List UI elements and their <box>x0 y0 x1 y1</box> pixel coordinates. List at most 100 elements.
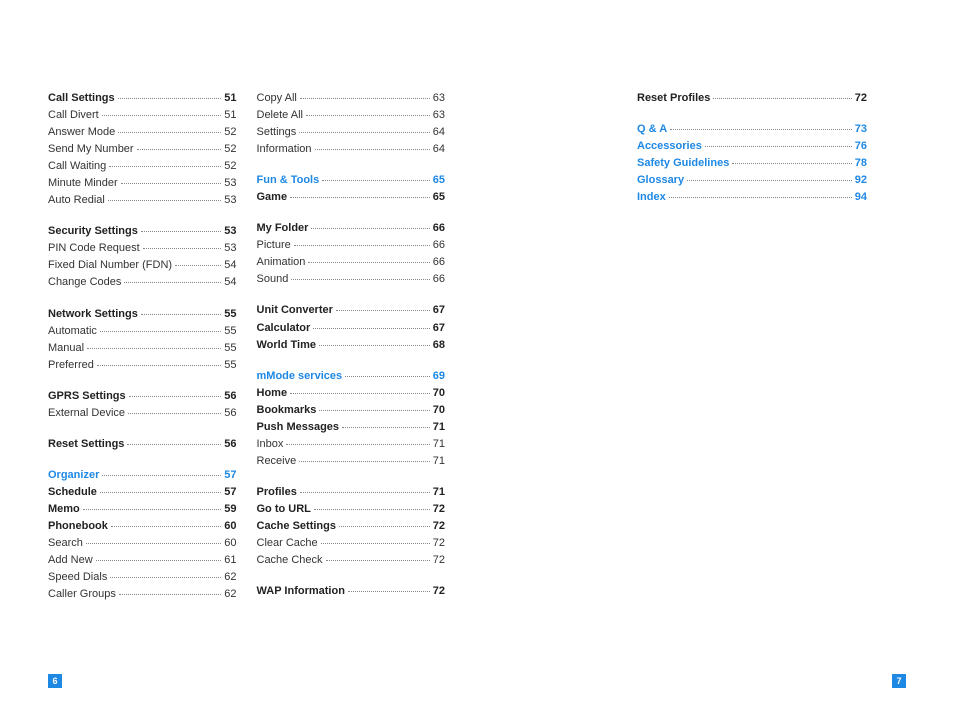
toc-entry-label: Organizer <box>48 467 99 484</box>
toc-entry[interactable]: mMode services69 <box>257 368 446 385</box>
toc-entry-page: 71 <box>433 436 445 453</box>
toc-entry[interactable]: Delete All63 <box>257 107 446 124</box>
toc-entry-page: 92 <box>855 172 867 189</box>
toc-dot-leader <box>342 427 430 428</box>
toc-dot-leader <box>86 543 221 544</box>
toc-entry-label: Send My Number <box>48 141 134 158</box>
toc-entry[interactable]: Bookmarks70 <box>257 402 446 419</box>
toc-entry[interactable]: Security Settings53 <box>48 223 237 240</box>
toc-entry[interactable]: Call Waiting52 <box>48 158 237 175</box>
toc-entry-page: 63 <box>433 107 445 124</box>
toc-entry[interactable]: Search60 <box>48 535 237 552</box>
toc-entry[interactable]: Call Divert51 <box>48 107 237 124</box>
toc-entry[interactable]: Speed Dials62 <box>48 569 237 586</box>
toc-entry-page: 73 <box>855 121 867 138</box>
toc-entry[interactable]: Phonebook60 <box>48 518 237 535</box>
toc-entry[interactable]: Preferred55 <box>48 357 237 374</box>
toc-entry[interactable]: Fixed Dial Number (FDN)54 <box>48 257 237 274</box>
toc-dot-leader <box>319 410 429 411</box>
toc-dot-leader <box>141 314 221 315</box>
toc-entry-label: Picture <box>257 237 291 254</box>
toc-entry[interactable]: Glossary92 <box>637 172 867 189</box>
toc-entry[interactable]: Cache Settings72 <box>257 518 446 535</box>
toc-entry[interactable]: Call Settings51 <box>48 90 237 107</box>
toc-dot-leader <box>319 345 430 346</box>
toc-entry-label: Call Waiting <box>48 158 106 175</box>
toc-entry-label: Security Settings <box>48 223 138 240</box>
toc-entry[interactable]: Minute Minder53 <box>48 175 237 192</box>
toc-entry-page: 72 <box>433 583 445 600</box>
toc-entry[interactable]: Sound66 <box>257 271 446 288</box>
toc-entry[interactable]: Animation66 <box>257 254 446 271</box>
toc-entry-label: World Time <box>257 337 317 354</box>
toc-entry[interactable]: Receive71 <box>257 453 446 470</box>
toc-entry[interactable]: Calculator67 <box>257 320 446 337</box>
toc-entry[interactable]: Push Messages71 <box>257 419 446 436</box>
toc-entry[interactable]: Picture66 <box>257 237 446 254</box>
toc-entry-label: Sound <box>257 271 289 288</box>
toc-entry[interactable]: Add New61 <box>48 552 237 569</box>
toc-dot-leader <box>121 183 222 184</box>
toc-entry[interactable]: Manual55 <box>48 340 237 357</box>
toc-dot-leader <box>314 509 430 510</box>
toc-entry-label: Schedule <box>48 484 97 501</box>
toc-entry[interactable]: Fun & Tools65 <box>257 172 446 189</box>
toc-entry[interactable]: Settings64 <box>257 124 446 141</box>
toc-entry[interactable]: Memo59 <box>48 501 237 518</box>
toc-entry-page: 66 <box>433 220 445 237</box>
toc-entry[interactable]: Send My Number52 <box>48 141 237 158</box>
toc-entry[interactable]: Copy All63 <box>257 90 446 107</box>
toc-dot-leader <box>137 149 222 150</box>
toc-entry-page: 71 <box>433 484 445 501</box>
toc-entry-label: Change Codes <box>48 274 121 291</box>
toc-entry[interactable]: Home70 <box>257 385 446 402</box>
toc-column-3: Reset Profiles72 Q & A73Accessories76Saf… <box>637 90 867 206</box>
toc-entry[interactable]: Organizer57 <box>48 467 237 484</box>
toc-entry[interactable]: Reset Settings56 <box>48 436 237 453</box>
toc-entry-page: 72 <box>433 552 445 569</box>
toc-entry[interactable]: Index94 <box>637 189 867 206</box>
toc-entry[interactable]: Answer Mode52 <box>48 124 237 141</box>
toc-entry[interactable]: Game65 <box>257 189 446 206</box>
toc-entry[interactable]: Profiles71 <box>257 484 446 501</box>
toc-entry-page: 53 <box>224 175 236 192</box>
toc-entry[interactable]: Change Codes54 <box>48 274 237 291</box>
toc-entry[interactable]: External Device56 <box>48 405 237 422</box>
toc-entry[interactable]: Information64 <box>257 141 446 158</box>
toc-entry[interactable]: PIN Code Request53 <box>48 240 237 257</box>
toc-entry[interactable]: Automatic55 <box>48 323 237 340</box>
toc-entry-label: Reset Settings <box>48 436 124 453</box>
toc-entry-page: 66 <box>433 254 445 271</box>
toc-entry-label: Memo <box>48 501 80 518</box>
toc-entry[interactable]: Caller Groups62 <box>48 586 237 603</box>
toc-entry-label: mMode services <box>257 368 343 385</box>
toc-dot-leader <box>299 132 430 133</box>
toc-entry-label: Speed Dials <box>48 569 107 586</box>
toc-entry[interactable]: WAP Information72 <box>257 583 446 600</box>
toc-entry[interactable]: Schedule57 <box>48 484 237 501</box>
toc-entry-page: 55 <box>224 357 236 374</box>
toc-entry[interactable]: Network Settings55 <box>48 306 237 323</box>
toc-entry[interactable]: Unit Converter67 <box>257 302 446 319</box>
toc-entry[interactable]: Inbox71 <box>257 436 446 453</box>
toc-dot-leader <box>87 348 221 349</box>
toc-entry-page: 62 <box>224 586 236 603</box>
toc-entry[interactable]: Go to URL72 <box>257 501 446 518</box>
toc-entry[interactable]: Auto Redial53 <box>48 192 237 209</box>
toc-entry[interactable]: Safety Guidelines78 <box>637 155 867 172</box>
toc-entry[interactable]: Reset Profiles72 <box>637 90 867 107</box>
toc-entry[interactable]: Cache Check72 <box>257 552 446 569</box>
toc-entry-page: 65 <box>433 172 445 189</box>
toc-entry-page: 71 <box>433 419 445 436</box>
toc-dot-leader <box>143 248 222 249</box>
toc-dot-leader <box>299 461 430 462</box>
toc-entry[interactable]: World Time68 <box>257 337 446 354</box>
toc-entry[interactable]: Clear Cache72 <box>257 535 446 552</box>
toc-entry[interactable]: My Folder66 <box>257 220 446 237</box>
toc-entry[interactable]: Q & A73 <box>637 121 867 138</box>
toc-entry-label: Index <box>637 189 666 206</box>
toc-entry[interactable]: Accessories76 <box>637 138 867 155</box>
toc-entry[interactable]: GPRS Settings56 <box>48 388 237 405</box>
toc-entry-page: 65 <box>433 189 445 206</box>
toc-entry-label: Settings <box>257 124 297 141</box>
